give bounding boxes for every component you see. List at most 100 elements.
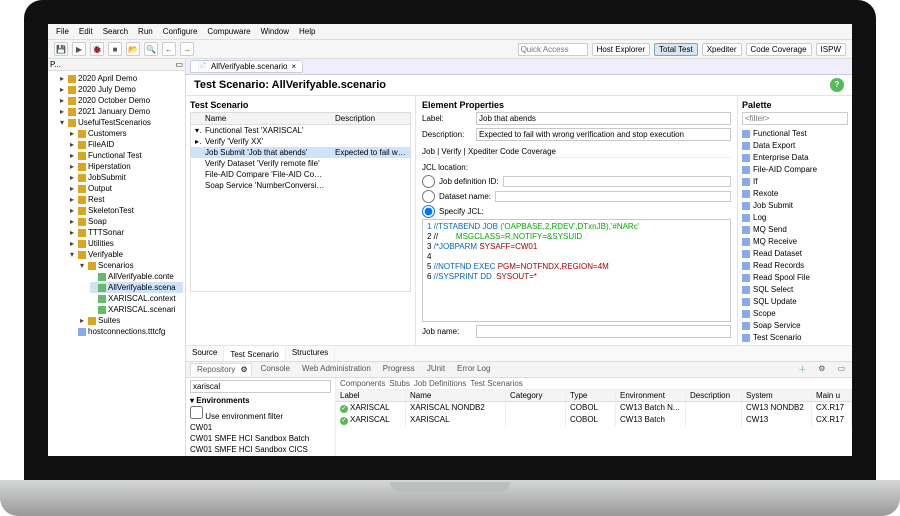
menu-run[interactable]: Run [136, 26, 155, 37]
desc-input[interactable] [476, 128, 731, 141]
tree-item[interactable]: ▸Customers [70, 128, 183, 139]
tree-item[interactable]: ▸2020 April Demo [60, 73, 183, 84]
persp-host-explorer[interactable]: Host Explorer [592, 43, 650, 56]
palette-item[interactable]: SQL Select [742, 284, 848, 296]
tree-item[interactable]: ▸Soap [70, 216, 183, 227]
tab-progress[interactable]: Progress [380, 363, 418, 376]
stop-icon[interactable]: ■ [108, 42, 122, 56]
tree-item[interactable]: ▾ScenariosAllVerifyable.conteAllVerifyab… [80, 260, 183, 315]
jobname-input[interactable] [476, 325, 731, 338]
menu-compuware[interactable]: Compuware [205, 26, 252, 37]
back-icon[interactable]: ← [162, 42, 176, 56]
persp-ispw[interactable]: ISPW [816, 43, 846, 56]
tree-item[interactable]: XARISCAL.context [90, 293, 183, 304]
tree-item[interactable]: ▸2020 July Demo [60, 84, 183, 95]
bottom-gear-icon[interactable]: ⚙ [815, 363, 828, 376]
tab-webadmin[interactable]: Web Administration [299, 363, 374, 376]
table-row[interactable]: ✓XARISCALXARISCAL NONDB2COBOLCW13 Batch … [336, 402, 852, 414]
ep-tabs[interactable]: Job | Verify | Xpediter Code Coverage [422, 147, 731, 158]
jcl-editor[interactable]: 1 //TSTABEND JOB ('OAPBASE,2,RDEV',DTxnJ… [422, 219, 731, 322]
jobdef-input[interactable] [503, 176, 731, 187]
radio-jobdef[interactable] [422, 175, 435, 188]
editor-tab[interactable]: 📄 AllVerifyable.scenario × [190, 60, 303, 73]
tab-errorlog[interactable]: Error Log [454, 363, 493, 376]
dataset-input[interactable] [495, 191, 731, 202]
menu-configure[interactable]: Configure [161, 26, 200, 37]
bottom-add-icon[interactable]: ＋ [795, 363, 809, 376]
fwd-icon[interactable]: → [180, 42, 194, 56]
debug-icon[interactable]: 🐞 [90, 42, 104, 56]
palette-item[interactable]: Log [742, 212, 848, 224]
palette-item[interactable]: Job Submit [742, 200, 848, 212]
tree-item[interactable]: AllVerifyable.scena [90, 282, 183, 293]
search-icon[interactable]: 🔍 [144, 42, 158, 56]
env-item[interactable]: CW01 SMFE HCI Sandbox CICS [190, 444, 331, 455]
env-item[interactable]: CW01 [190, 422, 331, 433]
palette-item[interactable]: MQ Send [742, 224, 848, 236]
palette-item[interactable]: Functional Test [742, 128, 848, 140]
tab-structures[interactable]: Structures [286, 346, 335, 361]
help-icon[interactable]: ? [830, 78, 844, 92]
scenario-step-row[interactable]: Job Submit 'Job that abends'Expected to … [191, 147, 410, 158]
palette-item[interactable]: Scope [742, 308, 848, 320]
tree-item[interactable]: AllVerifyable.conte [90, 271, 183, 282]
scenario-step-row[interactable]: ▸ Verify 'Verify XX' [191, 136, 410, 147]
tab-source[interactable]: Source [186, 346, 224, 361]
palette-item[interactable]: Rexote [742, 188, 848, 200]
label-input[interactable] [476, 112, 731, 125]
bottom-min-icon[interactable]: ▭ [834, 363, 848, 376]
palette-item[interactable]: Test Scenario [742, 332, 848, 344]
tree-item[interactable]: ▸Hiperstation [70, 161, 183, 172]
scenario-steps-grid[interactable]: NameDescription ▾Functional Test 'XARISC… [190, 112, 411, 292]
quick-access-input[interactable] [518, 43, 588, 56]
palette-item[interactable]: Enterprise Data [742, 152, 848, 164]
palette-item[interactable]: Read Spool File [742, 272, 848, 284]
env-filter-checkbox[interactable] [190, 406, 203, 419]
tab-junit[interactable]: JUnit [424, 363, 448, 376]
radio-specifyjcl[interactable] [422, 205, 435, 218]
tree-item[interactable]: ▸FileAID [70, 139, 183, 150]
persp-xpediter[interactable]: Xpediter [702, 43, 742, 56]
tree-item[interactable]: ▸Functional Test [70, 150, 183, 161]
env-item[interactable]: CW01 SMFE HCI Sandbox Batch [190, 433, 331, 444]
tree-item[interactable]: ▸TTTSonar [70, 227, 183, 238]
subtab-jobdefs[interactable]: Job Definitions [414, 379, 466, 388]
menu-help[interactable]: Help [297, 26, 317, 37]
tree-item[interactable]: ▸Rest [70, 194, 183, 205]
tree-item[interactable]: XARISCAL.scenari [90, 304, 183, 315]
palette-item[interactable]: MQ Receive [742, 236, 848, 248]
palette-item[interactable]: File-AID Compare [742, 164, 848, 176]
subtab-stubs[interactable]: Stubs [389, 379, 409, 388]
palette-item[interactable]: If [742, 176, 848, 188]
palette-filter[interactable] [742, 112, 848, 125]
open-icon[interactable]: 📂 [126, 42, 140, 56]
palette-item[interactable]: Read Dataset [742, 248, 848, 260]
palette-item[interactable]: Read Records [742, 260, 848, 272]
repo-search[interactable] [190, 380, 331, 393]
tree-item[interactable]: ▾Verifyable▾ScenariosAllVerifyable.conte… [70, 249, 183, 326]
menu-file[interactable]: File [54, 26, 71, 37]
palette-item[interactable]: SQL Update [742, 296, 848, 308]
persp-code-coverage[interactable]: Code Coverage [746, 43, 812, 56]
tree-item[interactable]: ▸Utilities [70, 238, 183, 249]
tab-test-scenario[interactable]: Test Scenario [224, 346, 285, 361]
tree-item[interactable]: ▸2021 January Demo [60, 106, 183, 117]
subtab-components[interactable]: Components [340, 379, 385, 388]
radio-dataset[interactable] [422, 190, 435, 203]
tab-repository[interactable]: Repository ⚙ [190, 363, 252, 376]
tree-item[interactable]: ▸Suites [80, 315, 183, 326]
tree-item[interactable]: ▸SkeletonTest [70, 205, 183, 216]
close-icon[interactable]: × [291, 62, 296, 71]
tree-item[interactable]: ▾UsefulTestScenarios▸Customers▸FileAID▸F… [60, 117, 183, 337]
explorer-min-icon[interactable]: ▭ [175, 60, 183, 69]
table-row[interactable]: ✓XARISCALXARISCALCOBOLCW13 BatchCW13CX.R… [336, 414, 852, 426]
tree-item[interactable]: ▸2020 October Demo [60, 95, 183, 106]
palette-item[interactable]: Data Export [742, 140, 848, 152]
scenario-step-row[interactable]: File-AID Compare 'File-AID Compare te' [191, 169, 410, 180]
tree-item[interactable]: hostconnections.tttcfg [70, 326, 183, 337]
tab-console[interactable]: Console [258, 363, 293, 376]
scenario-step-row[interactable]: ▾Functional Test 'XARISCAL' [191, 125, 410, 136]
explorer-tab[interactable]: P... [50, 60, 61, 69]
scenario-step-row[interactable]: Soap Service 'NumberConversion oper' [191, 180, 410, 191]
run-icon[interactable]: ▶ [72, 42, 86, 56]
